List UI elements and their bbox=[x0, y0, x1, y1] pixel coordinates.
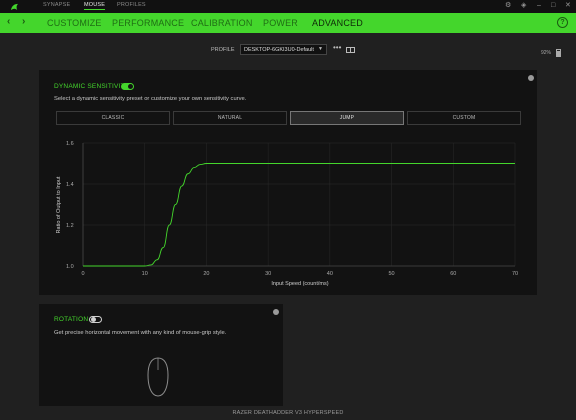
rotation-toggle[interactable] bbox=[89, 316, 102, 323]
settings-icon[interactable]: ⚙ bbox=[505, 2, 511, 10]
nav-tab-power[interactable]: POWER bbox=[263, 17, 298, 29]
y-tick-label: 1.2 bbox=[66, 223, 74, 229]
y-tick-label: 1.0 bbox=[66, 264, 74, 270]
nav-tab-customize[interactable]: CUSTOMIZE bbox=[47, 17, 102, 29]
x-tick-label: 70 bbox=[512, 271, 518, 277]
battery-icon bbox=[556, 49, 561, 57]
title-bar: SYNAPSE MOUSE PROFILES ⚙ ◈ – □ ✕ bbox=[0, 0, 576, 13]
x-tick-label: 40 bbox=[327, 271, 333, 277]
tab-mouse[interactable]: MOUSE bbox=[84, 2, 106, 10]
razer-logo-icon[interactable] bbox=[10, 3, 19, 11]
notification-icon[interactable]: ◈ bbox=[521, 2, 526, 10]
tab-profiles[interactable]: PROFILES bbox=[117, 2, 146, 8]
profile-dropdown[interactable]: DESKTOP-6GKI3U0-Default ▼ bbox=[240, 44, 327, 55]
nav-tab-calibration[interactable]: CALIBRATION bbox=[191, 17, 253, 29]
chevron-down-icon: ▼ bbox=[318, 46, 323, 52]
x-tick-label: 50 bbox=[389, 271, 395, 277]
x-tick-label: 30 bbox=[265, 271, 271, 277]
x-axis-label: Input Speed (count/ms) bbox=[271, 281, 328, 287]
rotation-title: ROTATION bbox=[54, 316, 89, 323]
sensitivity-curve-line[interactable] bbox=[83, 163, 515, 267]
help-icon[interactable]: ? bbox=[557, 17, 568, 28]
y-tick-label: 1.6 bbox=[66, 141, 74, 147]
x-tick-label: 20 bbox=[203, 271, 209, 277]
rotation-description: Get precise horizontal movement with any… bbox=[54, 330, 227, 336]
battery-percentage: 92% bbox=[541, 50, 552, 56]
info-icon[interactable] bbox=[273, 309, 279, 315]
y-tick-label: 1.4 bbox=[66, 182, 74, 188]
device-name-footer: RAZER DEATHADDER V3 HYPERSPEED bbox=[0, 406, 576, 420]
profile-dropdown-value: DESKTOP-6GKI3U0-Default bbox=[244, 47, 314, 53]
forward-arrow-icon[interactable]: › bbox=[22, 16, 25, 28]
x-tick-label: 10 bbox=[142, 271, 148, 277]
more-options-icon[interactable]: ••• bbox=[333, 44, 341, 52]
nav-tab-advanced[interactable]: ADVANCED bbox=[312, 17, 363, 29]
back-arrow-icon[interactable]: ‹ bbox=[7, 16, 10, 28]
y-axis-label: Ratio of Output to Input bbox=[56, 176, 62, 233]
onboard-memory-icon[interactable] bbox=[346, 47, 355, 53]
x-tick-label: 0 bbox=[81, 271, 84, 277]
main-nav: ‹ › CUSTOMIZE PERFORMANCE CALIBRATION PO… bbox=[0, 13, 576, 33]
maximize-icon[interactable]: □ bbox=[551, 2, 555, 10]
tab-synapse[interactable]: SYNAPSE bbox=[43, 2, 70, 8]
minimize-icon[interactable]: – bbox=[537, 2, 541, 10]
mouse-illustration bbox=[147, 357, 169, 397]
profile-label: PROFILE bbox=[211, 47, 235, 53]
x-tick-label: 60 bbox=[450, 271, 456, 277]
close-icon[interactable]: ✕ bbox=[565, 2, 571, 10]
nav-tab-performance[interactable]: PERFORMANCE bbox=[112, 17, 184, 29]
sensitivity-curve-chart[interactable]: 0 10 20 30 40 50 60 70 1.0 1.2 1.4 1.6 Input Speed … bbox=[39, 70, 537, 295]
toggle-knob bbox=[91, 317, 96, 322]
